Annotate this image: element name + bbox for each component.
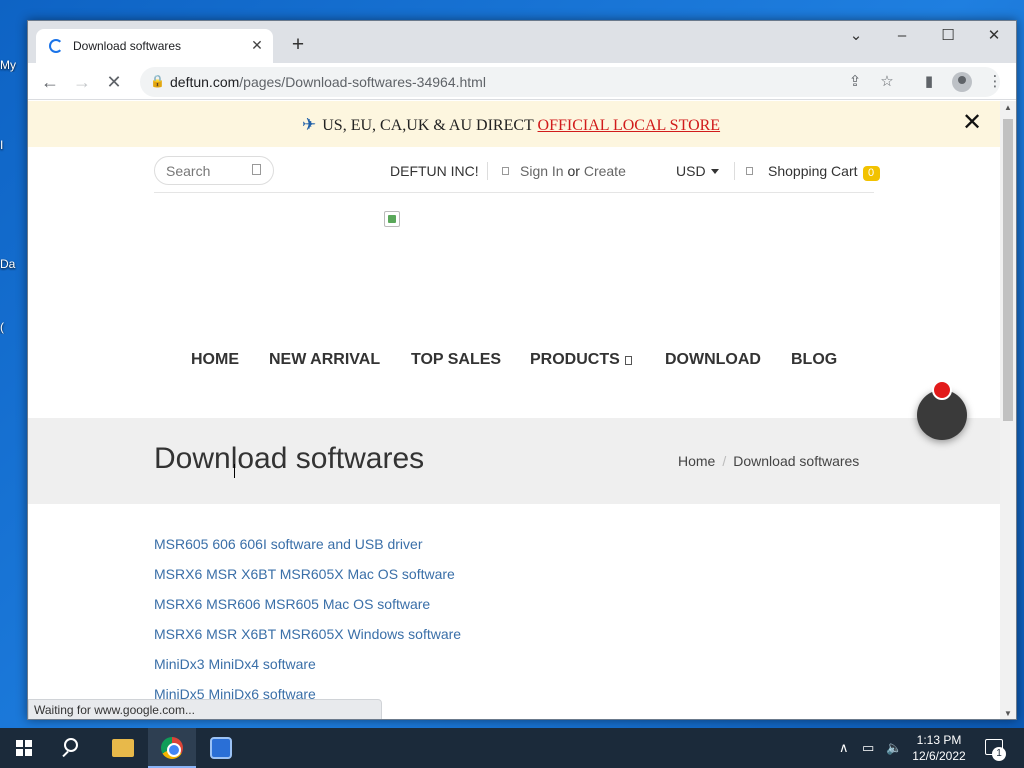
scroll-down-icon[interactable]: ▼ xyxy=(1000,707,1016,719)
url-domain: deftun.com xyxy=(170,74,240,90)
menu-kebab-icon[interactable]: ⋮ xyxy=(984,72,1006,94)
desktop-label[interactable]: My xyxy=(0,58,20,72)
cart-icon xyxy=(746,167,753,175)
currency-value: USD xyxy=(676,163,706,179)
breadcrumb: Home / Download softwares xyxy=(678,453,859,469)
stop-loading-icon[interactable]: ✕ xyxy=(101,69,127,95)
download-link[interactable]: MSRX6 MSR606 MSR605 Mac OS software xyxy=(154,596,430,612)
scroll-up-icon[interactable]: ▲ xyxy=(1000,101,1016,115)
close-tab-icon[interactable]: ✕ xyxy=(248,36,266,54)
scroll-thumb[interactable] xyxy=(1003,119,1013,421)
cart-label: Shopping Cart xyxy=(768,163,858,179)
notification-count-badge: 1 xyxy=(992,747,1006,761)
forward-arrow-icon[interactable]: → xyxy=(69,69,95,95)
nav-products-label: PRODUCTS xyxy=(530,351,620,368)
status-bar: Waiting for www.google.com... xyxy=(28,699,382,719)
clock-date: 12/6/2022 xyxy=(912,749,966,763)
page-scrollbar[interactable]: ▲ ▼ xyxy=(1000,101,1016,719)
promo-label: US, EU, CA,UK & AU DIRECT xyxy=(322,117,538,134)
nav-top-sales[interactable]: TOP SALES xyxy=(411,351,501,369)
network-icon[interactable]: ▭ xyxy=(862,740,874,756)
nav-home[interactable]: HOME xyxy=(191,351,239,369)
clock-time: 1:13 PM xyxy=(916,733,962,747)
new-tab-plus-icon[interactable]: + xyxy=(286,34,310,58)
page-viewport: ✈ US, EU, CA,UK & AU DIRECT OFFICIAL LOCA… xyxy=(28,101,1000,719)
minimize-button[interactable]: – xyxy=(882,25,922,49)
browser-toolbar: ← → ✕ 🔒 deftun.com/pages/Download-softwa… xyxy=(28,63,1016,100)
tab-search-chevron-icon[interactable]: ⌄ xyxy=(836,25,876,49)
divider xyxy=(487,162,488,180)
account-links: Sign In or Create xyxy=(520,163,626,179)
browser-window: Download softwares ✕ + ⌄ – ☐ ✕ ← → ✕ 🔒 d… xyxy=(27,20,1017,720)
download-link[interactable]: MSR605 606 606I software and USB driver xyxy=(154,536,422,552)
windows-start-icon[interactable] xyxy=(16,740,32,756)
tab-bar: Download softwares ✕ + ⌄ – ☐ ✕ xyxy=(28,21,1016,63)
shopping-cart-link[interactable]: Shopping Cart 0 xyxy=(768,163,880,181)
page-title: Download softwares xyxy=(154,442,425,475)
tab-download-softwares[interactable]: Download softwares ✕ xyxy=(36,29,273,63)
close-banner-icon[interactable]: ✕ xyxy=(962,111,982,135)
share-icon[interactable]: ⇪ xyxy=(844,72,866,94)
file-explorer-icon[interactable] xyxy=(112,739,134,757)
back-arrow-icon[interactable]: ← xyxy=(37,69,63,95)
taskbar-search-icon[interactable] xyxy=(64,738,78,752)
taskbar: ∧ ▭ 🔈 1:13 PM 12/6/2022 1 xyxy=(0,728,1024,768)
page-title-band: Download softwares Home / Download softwar… xyxy=(28,418,1000,504)
lock-icon[interactable]: 🔒 xyxy=(150,74,165,88)
search-placeholder: Search xyxy=(166,163,211,179)
dropdown-icon xyxy=(624,356,632,365)
maximize-button[interactable]: ☐ xyxy=(928,25,968,49)
app-icon[interactable] xyxy=(210,737,232,759)
volume-icon[interactable]: 🔈 xyxy=(886,740,902,756)
sign-in-link[interactable]: Sign In xyxy=(520,163,564,179)
close-window-button[interactable]: ✕ xyxy=(974,25,1014,49)
url-path: /pages/Download-softwares-34964.html xyxy=(239,74,486,90)
side-panel-icon[interactable]: ▮ xyxy=(918,72,940,94)
clock[interactable]: 1:13 PM 12/6/2022 xyxy=(910,732,968,764)
desktop-label[interactable]: I xyxy=(0,138,20,152)
promo-banner: ✈ US, EU, CA,UK & AU DIRECT OFFICIAL LOCA… xyxy=(28,101,1000,147)
desktop-label[interactable]: ( xyxy=(0,320,20,334)
url-text[interactable]: deftun.com/pages/Download-softwares-3496… xyxy=(170,74,486,90)
store-topbar: Search DEFTUN INC! Sign In or Create USD… xyxy=(154,154,880,193)
download-link[interactable]: MiniDx3 MiniDx4 software xyxy=(154,656,316,672)
nav-blog[interactable]: BLOG xyxy=(791,351,837,369)
nav-new-arrival[interactable]: NEW ARRIVAL xyxy=(269,351,380,369)
broken-logo-image-icon[interactable] xyxy=(384,211,400,227)
search-handle xyxy=(62,750,69,758)
text-cursor-icon xyxy=(234,464,235,478)
address-bar[interactable]: 🔒 deftun.com/pages/Download-softwares-34… xyxy=(140,67,1000,97)
show-hidden-icons-chevron-icon[interactable]: ∧ xyxy=(839,740,849,756)
profile-avatar-icon[interactable] xyxy=(952,72,972,92)
official-store-link[interactable]: OFFICIAL LOCAL STORE xyxy=(538,117,721,134)
promo-text: ✈ US, EU, CA,UK & AU DIRECT OFFICIAL LOCA… xyxy=(302,115,720,135)
bookmark-star-icon[interactable]: ☆ xyxy=(876,72,898,94)
cart-count-badge: 0 xyxy=(862,166,880,181)
chrome-icon[interactable] xyxy=(161,737,183,759)
nav-products[interactable]: PRODUCTS xyxy=(530,351,632,369)
divider xyxy=(734,162,735,180)
tab-title: Download softwares xyxy=(73,39,182,53)
nav-download[interactable]: DOWNLOAD xyxy=(665,351,761,369)
desktop-label[interactable]: Da xyxy=(0,257,20,271)
download-link[interactable]: MSRX6 MSR X6BT MSR605X Mac OS software xyxy=(154,566,455,582)
currency-selector[interactable]: USD xyxy=(676,163,719,179)
caret-down-icon xyxy=(710,169,719,174)
search-input[interactable]: Search xyxy=(154,156,274,185)
breadcrumb-home[interactable]: Home xyxy=(678,453,715,469)
loading-spinner-icon xyxy=(49,39,63,53)
company-name: DEFTUN INC! xyxy=(390,163,479,179)
user-icon xyxy=(502,167,509,175)
search-icon[interactable] xyxy=(252,164,261,175)
airplane-icon: ✈ xyxy=(302,115,317,134)
breadcrumb-current: Download softwares xyxy=(733,453,860,469)
breadcrumb-separator: / xyxy=(722,453,727,469)
status-text: Waiting for www.google.com... xyxy=(34,703,195,717)
create-account-link[interactable]: Create xyxy=(584,163,626,179)
or-text: or xyxy=(567,163,580,179)
chat-notification-dot xyxy=(932,380,952,400)
download-link[interactable]: MSRX6 MSR X6BT MSR605X Windows software xyxy=(154,626,461,642)
